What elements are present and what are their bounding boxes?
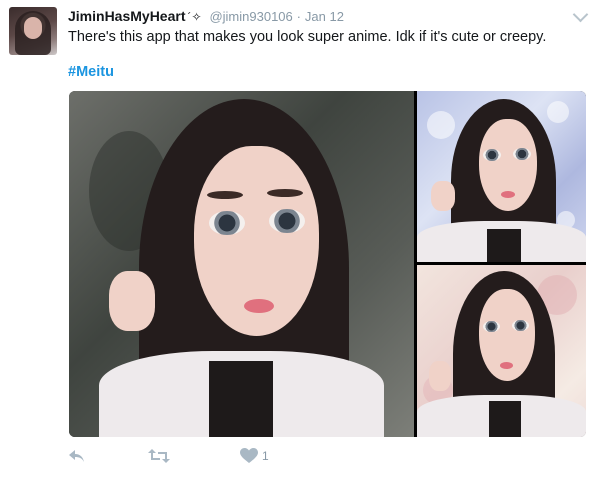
photo-top-right[interactable]: [417, 91, 586, 262]
hashtag-link[interactable]: #Meitu: [68, 64, 114, 80]
reply-icon[interactable]: [68, 448, 86, 464]
display-name[interactable]: JiminHasMyHeart: [68, 8, 186, 24]
tweet-text: There's this app that makes you look sup…: [68, 29, 547, 45]
avatar[interactable]: [9, 7, 57, 55]
photo-bottom-right[interactable]: [417, 265, 586, 437]
heart-icon[interactable]: [240, 448, 258, 464]
user-handle[interactable]: @jimin930106: [209, 9, 292, 24]
media-grid: [69, 91, 586, 437]
tweet-header: JiminHasMyHeart ´✧ @jimin930106 · Jan 12: [68, 8, 344, 24]
tweet-date[interactable]: Jan 12: [305, 9, 344, 24]
like-count: 1: [262, 449, 269, 463]
tweet-actions: 1: [68, 446, 368, 470]
tweet-card: JiminHasMyHeart ´✧ @jimin930106 · Jan 12 …: [0, 0, 600, 479]
chevron-down-icon[interactable]: [572, 6, 589, 23]
photo-main[interactable]: [69, 91, 414, 437]
retweet-icon[interactable]: [148, 448, 170, 464]
separator-dot: ·: [296, 9, 301, 24]
name-suffix: ´✧: [187, 10, 202, 24]
